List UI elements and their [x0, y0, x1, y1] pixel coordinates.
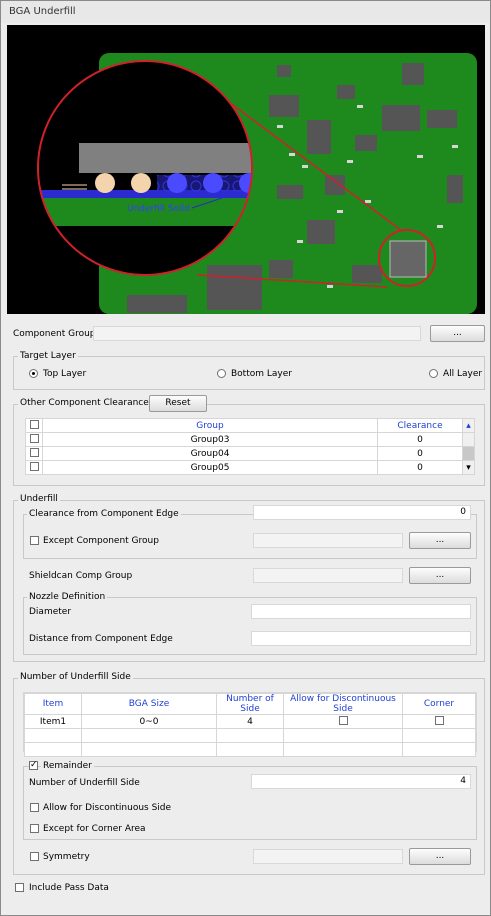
except-corner-label: Except for Corner Area: [43, 824, 146, 834]
remainder-label: Remainder: [41, 761, 94, 771]
component-group-field[interactable]: [93, 326, 421, 341]
row-checkbox[interactable]: [29, 461, 39, 471]
radio-all-layer-label: All Layer: [443, 369, 483, 379]
diameter-label: Diameter: [29, 607, 72, 617]
preview-image: Underfill Solid: [7, 25, 485, 314]
symmetry-label: Symmetry: [43, 852, 90, 862]
component-group-browse-button[interactable]: ...: [430, 325, 485, 342]
scroll-up-arrow[interactable]: ▴: [462, 418, 475, 433]
allow-discontinuous-label: Allow for Discontinuous Side: [43, 803, 172, 813]
symmetry-field[interactable]: [253, 849, 403, 864]
symmetry-browse-button[interactable]: ...: [409, 848, 471, 865]
col-allow-discontinuous: Allow for Discontinuous Side: [283, 693, 403, 715]
scroll-down-arrow[interactable]: ▾: [462, 460, 475, 475]
title-bar: BGA Underfill: [1, 1, 490, 23]
col-corner: Corner: [402, 693, 476, 715]
bga-underfill-window: BGA Underfill Underfill Solid Component …: [0, 0, 491, 916]
table-row[interactable]: Group03 0: [25, 432, 475, 447]
except-component-group-checkbox[interactable]: [30, 536, 39, 545]
nozzle-title: Nozzle Definition: [27, 592, 108, 602]
radio-top-layer-label: Top Layer: [43, 369, 87, 379]
shieldcan-browse-button[interactable]: ...: [409, 567, 471, 584]
symmetry-checkbox[interactable]: [30, 852, 39, 861]
include-pass-data-label: Include Pass Data: [29, 883, 109, 893]
col-item: Item: [24, 693, 82, 715]
row-checkbox[interactable]: [29, 433, 39, 443]
distance-field[interactable]: [251, 631, 471, 646]
component-group-label: Component Group: [13, 329, 96, 339]
shieldcan-label: Shieldcan Comp Group: [29, 571, 133, 581]
shieldcan-field[interactable]: [253, 568, 403, 583]
select-all-checkbox[interactable]: [29, 419, 39, 429]
table-row[interactable]: Group05 0 ▾: [25, 460, 475, 475]
num-side-field[interactable]: 4: [251, 774, 471, 789]
scroll-thumb[interactable]: [462, 446, 475, 461]
callout-label: Underfill Solid: [127, 204, 190, 214]
col-group: Group: [42, 418, 378, 433]
distance-label: Distance from Component Edge: [29, 634, 173, 644]
underfill-title: Underfill: [18, 494, 60, 504]
col-bga-size: BGA Size: [81, 693, 217, 715]
except-component-group-field[interactable]: [253, 533, 403, 548]
include-pass-data-checkbox[interactable]: [15, 883, 24, 892]
edge-clearance-title: Clearance from Component Edge: [27, 509, 181, 519]
col-number-of-side: Number of Side: [216, 693, 284, 715]
radio-top-layer[interactable]: [29, 369, 38, 378]
table-row[interactable]: Item1 0~0 4: [24, 714, 476, 729]
radio-all-layer[interactable]: [429, 369, 438, 378]
row-corner-checkbox[interactable]: [434, 715, 444, 725]
row-allow-checkbox[interactable]: [338, 715, 348, 725]
target-layer-title: Target Layer: [18, 351, 78, 361]
radio-bottom-layer-label: Bottom Layer: [231, 369, 292, 379]
except-corner-checkbox[interactable]: [30, 824, 39, 833]
clearance-reset-button[interactable]: Reset: [149, 395, 207, 412]
row-checkbox[interactable]: [29, 447, 39, 457]
scroll-track[interactable]: [462, 432, 475, 447]
side-table: Item BGA Size Number of Side Allow for D…: [24, 693, 476, 757]
radio-bottom-layer[interactable]: [217, 369, 226, 378]
except-group-browse-button[interactable]: ...: [409, 532, 471, 549]
bga-chip: [389, 240, 427, 278]
except-component-group-label: Except Component Group: [43, 536, 159, 546]
col-clearance: Clearance: [377, 418, 463, 433]
edge-clearance-field[interactable]: 0: [253, 505, 471, 520]
clearance-table: Group Clearance ▴ Group03 0 Group04 0 Gr…: [25, 418, 475, 475]
pcb-illustration: Underfill Solid: [37, 53, 477, 314]
allow-discontinuous-checkbox[interactable]: [30, 803, 39, 812]
table-row[interactable]: Group04 0: [25, 446, 475, 461]
num-side-label: Number of Underfill Side: [29, 778, 140, 788]
underfill-side-title: Number of Underfill Side: [18, 672, 133, 682]
select-all-cell: [25, 418, 43, 433]
clearance-title: Other Component Clearance: [18, 398, 151, 408]
window-title: BGA Underfill: [9, 6, 76, 17]
diameter-field[interactable]: [251, 604, 471, 619]
remainder-checkbox[interactable]: ✓: [29, 761, 38, 770]
